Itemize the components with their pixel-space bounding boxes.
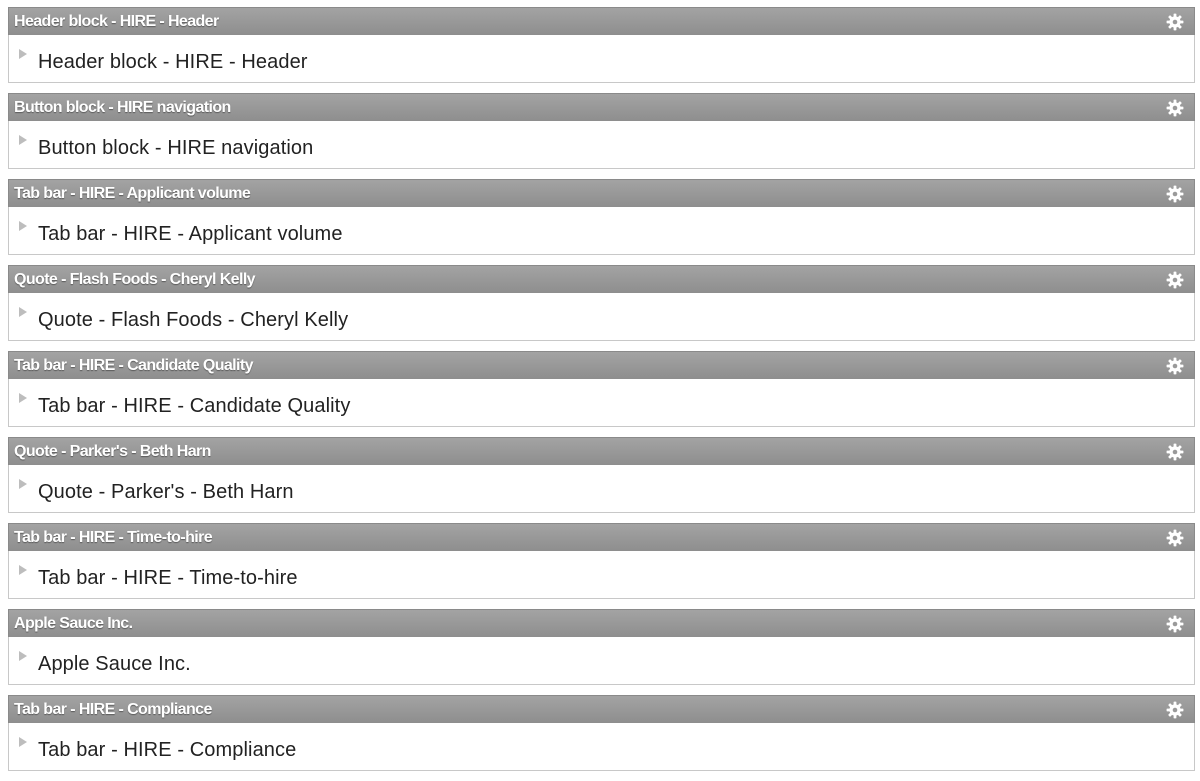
- gear-icon[interactable]: [1166, 615, 1184, 633]
- triangle-right-icon[interactable]: [19, 565, 27, 575]
- block-body[interactable]: Header block - HIRE - Header: [8, 35, 1195, 83]
- block-label: Button block - HIRE navigation: [38, 137, 314, 159]
- block-title: Button block - HIRE navigation: [14, 99, 231, 116]
- block-label: Tab bar - HIRE - Time-to-hire: [38, 567, 298, 589]
- triangle-right-icon[interactable]: [19, 307, 27, 317]
- block-item: Tab bar - HIRE - Time-to-hire Tab bar - …: [8, 523, 1195, 599]
- triangle-right-icon[interactable]: [19, 49, 27, 59]
- block-title: Quote - Flash Foods - Cheryl Kelly: [14, 271, 256, 288]
- block-label: Tab bar - HIRE - Compliance: [38, 739, 297, 761]
- triangle-right-icon[interactable]: [19, 135, 27, 145]
- block-item: Apple Sauce Inc. Apple Sauce Inc.: [8, 609, 1195, 685]
- block-header[interactable]: Header block - HIRE - Header: [8, 7, 1195, 35]
- block-body[interactable]: Tab bar - HIRE - Time-to-hire: [8, 551, 1195, 599]
- block-header[interactable]: Apple Sauce Inc.: [8, 609, 1195, 637]
- block-label: Quote - Parker's - Beth Harn: [38, 481, 294, 503]
- block-label: Quote - Flash Foods - Cheryl Kelly: [38, 309, 349, 331]
- block-body[interactable]: Tab bar - HIRE - Compliance: [8, 723, 1195, 771]
- block-title: Apple Sauce Inc.: [14, 615, 133, 632]
- block-header[interactable]: Tab bar - HIRE - Compliance: [8, 695, 1195, 723]
- block-header[interactable]: Tab bar - HIRE - Applicant volume: [8, 179, 1195, 207]
- gear-icon[interactable]: [1166, 529, 1184, 547]
- gear-icon[interactable]: [1166, 271, 1184, 289]
- block-label: Apple Sauce Inc.: [38, 653, 191, 675]
- block-label: Tab bar - HIRE - Candidate Quality: [38, 395, 351, 417]
- block-title: Tab bar - HIRE - Applicant volume: [14, 185, 251, 202]
- triangle-right-icon[interactable]: [19, 737, 27, 747]
- block-title: Tab bar - HIRE - Candidate Quality: [14, 357, 253, 374]
- block-label: Tab bar - HIRE - Applicant volume: [38, 223, 343, 245]
- block-header[interactable]: Quote - Flash Foods - Cheryl Kelly: [8, 265, 1195, 293]
- block-header[interactable]: Tab bar - HIRE - Time-to-hire: [8, 523, 1195, 551]
- block-list: Header block - HIRE - Header Header bloc…: [8, 7, 1195, 781]
- gear-icon[interactable]: [1166, 185, 1184, 203]
- block-item: Quote - Flash Foods - Cheryl Kelly Quote…: [8, 265, 1195, 341]
- block-item: Header block - HIRE - Header Header bloc…: [8, 7, 1195, 83]
- block-item: Tab bar - HIRE - Compliance Tab bar - HI…: [8, 695, 1195, 771]
- block-item: Button block - HIRE navigation Button bl…: [8, 93, 1195, 169]
- block-body[interactable]: Apple Sauce Inc.: [8, 637, 1195, 685]
- block-body[interactable]: Button block - HIRE navigation: [8, 121, 1195, 169]
- block-title: Header block - HIRE - Header: [14, 13, 219, 30]
- block-label: Header block - HIRE - Header: [38, 51, 308, 73]
- gear-icon[interactable]: [1166, 443, 1184, 461]
- gear-icon[interactable]: [1166, 701, 1184, 719]
- triangle-right-icon[interactable]: [19, 221, 27, 231]
- block-body[interactable]: Quote - Parker's - Beth Harn: [8, 465, 1195, 513]
- block-body[interactable]: Tab bar - HIRE - Candidate Quality: [8, 379, 1195, 427]
- block-item: Quote - Parker's - Beth Harn Quote - Par…: [8, 437, 1195, 513]
- block-header[interactable]: Button block - HIRE navigation: [8, 93, 1195, 121]
- block-title: Tab bar - HIRE - Compliance: [14, 701, 212, 718]
- block-body[interactable]: Tab bar - HIRE - Applicant volume: [8, 207, 1195, 255]
- triangle-right-icon[interactable]: [19, 479, 27, 489]
- block-item: Tab bar - HIRE - Applicant volume Tab ba…: [8, 179, 1195, 255]
- triangle-right-icon[interactable]: [19, 651, 27, 661]
- block-title: Tab bar - HIRE - Time-to-hire: [14, 529, 213, 546]
- block-header[interactable]: Tab bar - HIRE - Candidate Quality: [8, 351, 1195, 379]
- gear-icon[interactable]: [1166, 99, 1184, 117]
- gear-icon[interactable]: [1166, 357, 1184, 375]
- gear-icon[interactable]: [1166, 13, 1184, 31]
- block-item: Tab bar - HIRE - Candidate Quality Tab b…: [8, 351, 1195, 427]
- block-body[interactable]: Quote - Flash Foods - Cheryl Kelly: [8, 293, 1195, 341]
- block-title: Quote - Parker's - Beth Harn: [14, 443, 211, 460]
- triangle-right-icon[interactable]: [19, 393, 27, 403]
- block-header[interactable]: Quote - Parker's - Beth Harn: [8, 437, 1195, 465]
